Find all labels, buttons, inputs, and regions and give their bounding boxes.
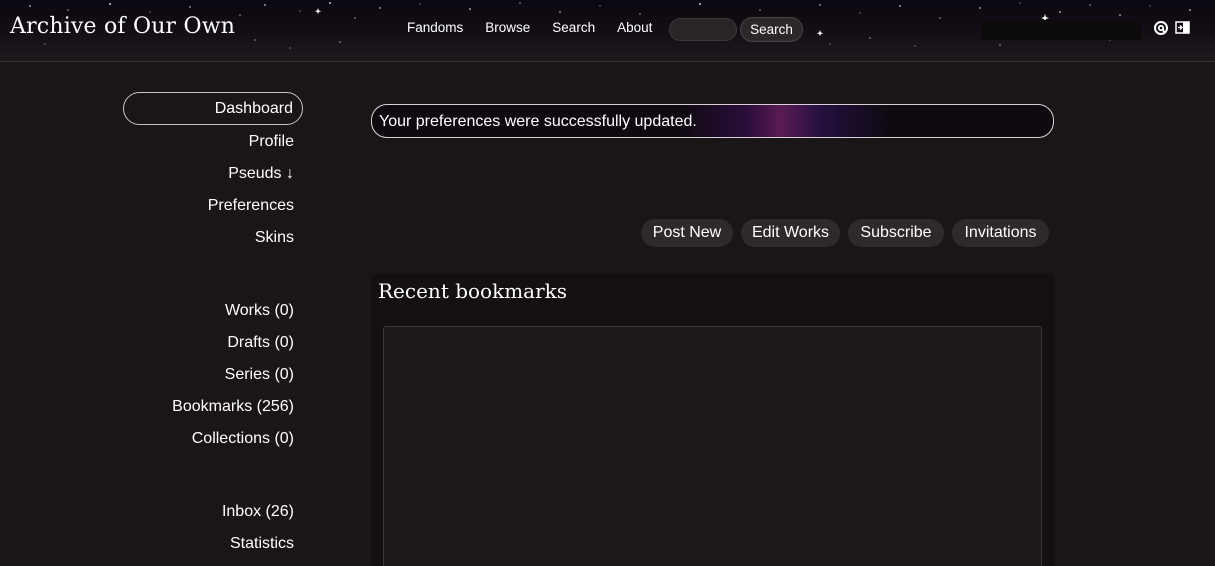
logout-icon[interactable] [1175, 21, 1190, 34]
notice-text: Your preferences were successfully updat… [379, 113, 697, 130]
post-new-button[interactable]: Post New [641, 219, 733, 247]
search-button[interactable]: Search [740, 17, 803, 42]
sidebar-item-label: Dashboard [214, 100, 293, 117]
sidebar-item-profile[interactable]: Profile [249, 133, 294, 151]
at-sign-icon[interactable] [1153, 20, 1169, 36]
sidebar-item-works[interactable]: Works (0) [225, 302, 294, 320]
search-input[interactable] [669, 18, 737, 41]
bookmarks-list [383, 326, 1042, 566]
sidebar-item-dashboard[interactable]: Dashboard [123, 92, 303, 125]
nav-browse[interactable]: Browse [474, 20, 541, 35]
recent-bookmarks-panel: Recent bookmarks [371, 274, 1054, 566]
flash-notice: Your preferences were successfully updat… [371, 104, 1054, 138]
sidebar-item-inbox[interactable]: Inbox (26) [222, 503, 294, 521]
sidebar-item-bookmarks[interactable]: Bookmarks (256) [172, 398, 294, 416]
sidebar-item-pseuds[interactable]: Pseuds ↓ [228, 165, 294, 183]
sidebar-item-preferences[interactable]: Preferences [208, 197, 294, 215]
recent-bookmarks-heading: Recent bookmarks [378, 279, 568, 303]
edit-works-button[interactable]: Edit Works [741, 219, 840, 247]
invitations-button[interactable]: Invitations [952, 219, 1049, 247]
sidebar-item-series[interactable]: Series (0) [225, 366, 294, 384]
primary-nav: Fandoms Browse Search About [396, 20, 663, 35]
subscribe-button[interactable]: Subscribe [848, 219, 944, 247]
nav-search[interactable]: Search [541, 20, 606, 35]
sidebar-item-statistics[interactable]: Statistics [230, 535, 294, 553]
sidebar-item-collections[interactable]: Collections (0) [192, 430, 294, 448]
nav-about[interactable]: About [606, 20, 663, 35]
site-header: Archive of Our Own Fandoms Browse Search… [0, 0, 1215, 62]
site-logo[interactable]: Archive of Our Own [10, 14, 235, 39]
nav-fandoms[interactable]: Fandoms [396, 20, 474, 35]
user-menu[interactable] [981, 20, 1141, 40]
sidebar-item-drafts[interactable]: Drafts (0) [227, 334, 294, 352]
sidebar-item-skins[interactable]: Skins [255, 229, 294, 247]
